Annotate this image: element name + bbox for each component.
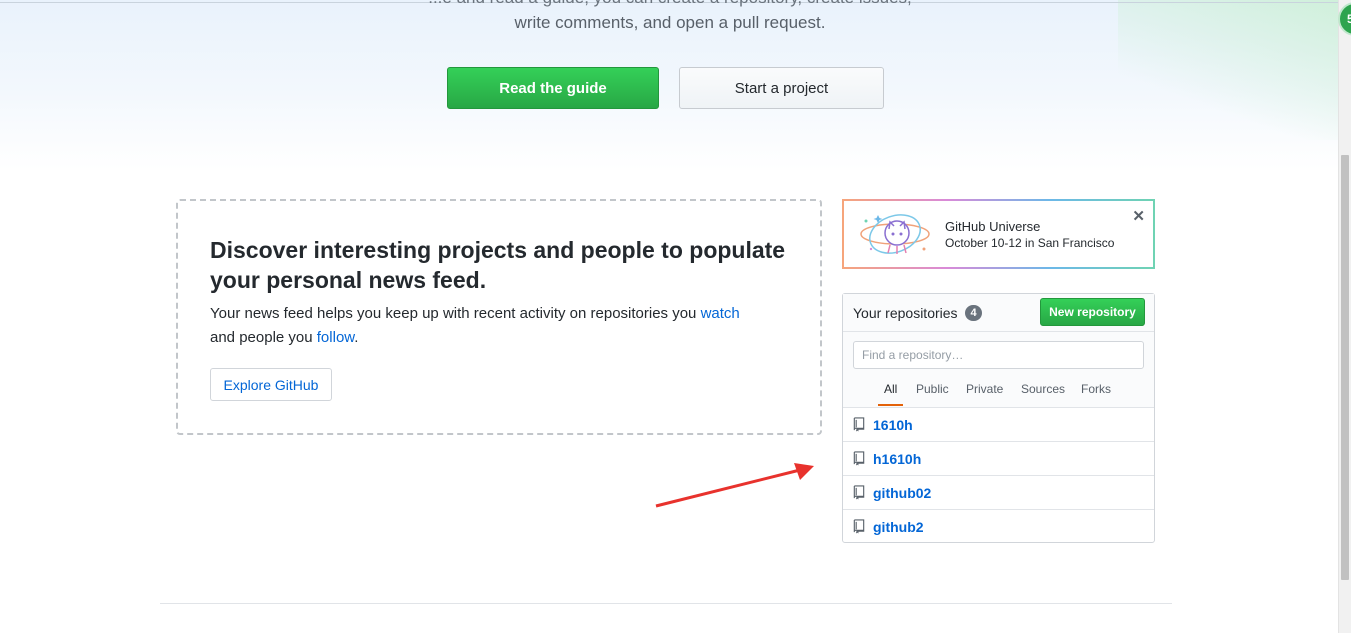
close-icon[interactable]: ✕ xyxy=(1132,207,1145,225)
read-guide-button[interactable]: Read the guide xyxy=(447,67,659,109)
repo-icon xyxy=(853,451,865,466)
page-scrollbar[interactable] xyxy=(1338,0,1351,633)
repo-link[interactable]: h1610h xyxy=(873,451,921,467)
list-item[interactable]: h1610h xyxy=(843,442,1154,476)
repositories-panel: Your repositories 4 New repository All P… xyxy=(842,293,1155,543)
discover-text: Your news feed helps you keep up with re… xyxy=(210,302,810,350)
watch-link[interactable]: watch xyxy=(701,305,740,322)
scrollbar-thumb[interactable] xyxy=(1341,155,1349,580)
list-item[interactable]: 1610h xyxy=(843,408,1154,442)
repositories-count-badge: 4 xyxy=(965,305,982,321)
discover-title: Discover interesting projects and people… xyxy=(210,237,786,293)
repositories-title: Your repositories xyxy=(853,305,958,321)
repo-icon xyxy=(853,417,865,432)
footer-divider xyxy=(160,603,1172,604)
hero-clipped-text: ...e and read a guide, you can create a … xyxy=(420,0,920,8)
tab-private[interactable]: Private xyxy=(966,382,1003,396)
repository-list: 1610h h1610h github02 github2 xyxy=(843,408,1154,544)
repository-filter-tabs: All Public Private Sources Forks xyxy=(843,378,1154,406)
new-repository-button[interactable]: New repository xyxy=(1040,298,1145,326)
discover-panel: Discover interesting projects and people… xyxy=(176,199,822,435)
tab-all[interactable]: All xyxy=(877,382,904,406)
repository-filter-area: All Public Private Sources Forks xyxy=(843,332,1154,408)
annotation-arrow-icon xyxy=(655,463,814,508)
repo-link[interactable]: github02 xyxy=(873,485,931,501)
tab-public[interactable]: Public xyxy=(916,382,949,396)
list-item[interactable]: github02 xyxy=(843,476,1154,510)
discover-text-end: . xyxy=(354,329,359,346)
repositories-header: Your repositories 4 New repository xyxy=(843,294,1154,332)
octocat-universe-icon xyxy=(860,214,930,254)
start-project-button[interactable]: Start a project xyxy=(679,67,884,109)
repo-icon xyxy=(853,485,865,500)
repository-search-input[interactable] xyxy=(853,341,1144,369)
follow-link[interactable]: follow xyxy=(317,329,355,346)
hero-description: write comments, and open a pull request. xyxy=(514,13,826,32)
universe-subtitle: October 10-12 in San Francisco xyxy=(945,236,1115,250)
tab-forks[interactable]: Forks xyxy=(1081,382,1111,396)
explore-github-button[interactable]: Explore GitHub xyxy=(210,368,332,401)
universe-title: GitHub Universe xyxy=(945,219,1041,234)
list-item[interactable]: github2 xyxy=(843,510,1154,544)
repo-icon xyxy=(853,519,865,534)
tab-sources[interactable]: Sources xyxy=(1021,382,1065,396)
discover-text-part2: and people you xyxy=(210,329,317,346)
universe-banner[interactable]: GitHub Universe October 10-12 in San Fra… xyxy=(842,199,1155,269)
discover-text-part1: Your news feed helps you keep up with re… xyxy=(210,305,701,322)
repo-link[interactable]: 1610h xyxy=(873,417,913,433)
repo-link[interactable]: github2 xyxy=(873,519,924,535)
